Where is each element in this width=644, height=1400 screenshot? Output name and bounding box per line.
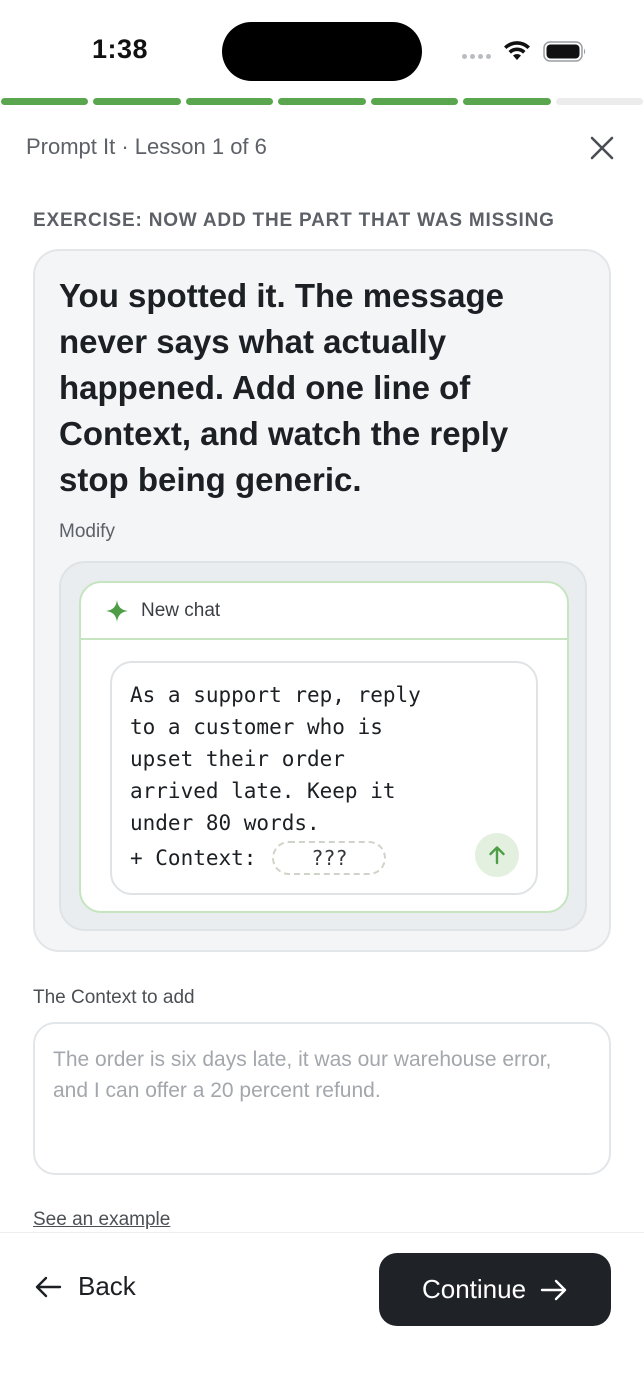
progress-segment: [1, 98, 89, 105]
chat-header: New chat: [81, 583, 567, 640]
arrow-up-icon: [489, 846, 505, 865]
progress-segment: [463, 98, 551, 105]
prompt-box: As a support rep, reply to a customer wh…: [110, 661, 538, 895]
send-button[interactable]: [475, 833, 519, 877]
exercise-card: You spotted it. The message never says w…: [33, 249, 611, 952]
context-input[interactable]: [33, 1022, 611, 1175]
modify-label: Modify: [59, 521, 115, 542]
back-label: Back: [78, 1271, 136, 1301]
exercise-title: You spotted it. The message never says w…: [59, 277, 509, 498]
lesson-progress-bar: [0, 98, 644, 106]
back-button[interactable]: Back: [34, 1271, 136, 1302]
chat-panel: New chat As a support rep, reply to a cu…: [79, 581, 569, 913]
wifi-icon: [504, 41, 530, 60]
dynamic-island: [222, 22, 422, 81]
arrow-right-icon: [540, 1279, 567, 1300]
continue-button[interactable]: Continue: [379, 1253, 611, 1326]
cellular-signal-icon: [462, 54, 491, 59]
status-bar: 1:38: [0, 0, 644, 100]
chat-preview-frame: New chat As a support rep, reply to a cu…: [59, 561, 587, 931]
progress-segment: [185, 98, 274, 105]
chat-title: New chat: [141, 600, 221, 621]
battery-icon: [543, 41, 586, 62]
sparkle-icon: [106, 600, 128, 622]
close-icon[interactable]: [586, 132, 618, 164]
footer-bar: Back Continue: [0, 1232, 644, 1400]
arrow-left-icon: [35, 1276, 62, 1297]
progress-segment: [370, 98, 459, 105]
exercise-label: EXERCISE: NOW ADD THE PART THAT WAS MISS…: [33, 210, 555, 231]
progress-segment: [93, 98, 181, 105]
context-line: + Context: ???: [130, 841, 387, 875]
see-example-link[interactable]: See an example: [33, 1209, 170, 1231]
progress-segment: [278, 98, 366, 105]
continue-label: Continue: [421, 1274, 527, 1304]
prompt-text: As a support rep, reply to a customer wh…: [130, 683, 421, 835]
status-time: 1:38: [92, 34, 149, 64]
context-prefix: + Context:: [130, 846, 257, 870]
context-input-label: The Context to add: [33, 987, 195, 1008]
lesson-title: Prompt It · Lesson 1 of 6: [26, 134, 267, 159]
progress-segment: [555, 98, 643, 105]
context-slot: ???: [272, 841, 387, 875]
